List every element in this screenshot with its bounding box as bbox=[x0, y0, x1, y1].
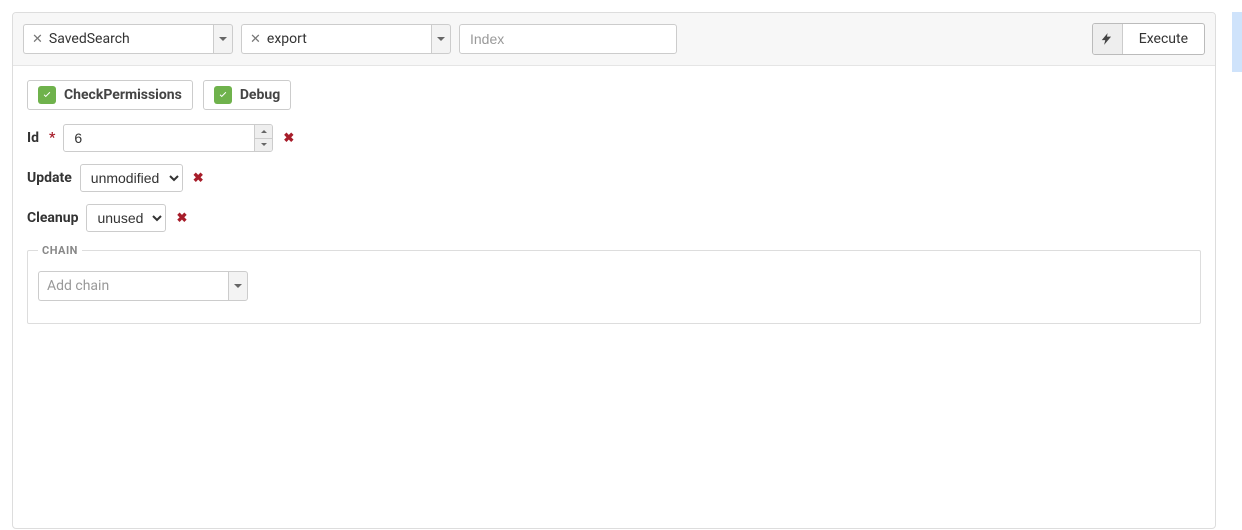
action-combo-value: export bbox=[267, 31, 307, 47]
close-icon[interactable]: ✕ bbox=[250, 33, 261, 46]
chevron-down-icon[interactable] bbox=[213, 24, 233, 54]
api-explorer-panel: ✕ SavedSearch ✕ export Execute bbox=[12, 12, 1216, 529]
checkmark-icon bbox=[214, 86, 232, 104]
entity-combo-value: SavedSearch bbox=[49, 31, 130, 47]
chevron-down-icon[interactable] bbox=[228, 271, 248, 301]
bolt-icon bbox=[1093, 24, 1123, 54]
execute-button[interactable]: Execute bbox=[1092, 23, 1205, 55]
index-input[interactable] bbox=[459, 24, 677, 54]
check-permissions-label: CheckPermissions bbox=[64, 87, 182, 103]
id-label: Id bbox=[27, 130, 39, 146]
chain-fieldset: CHAIN Add chain bbox=[27, 244, 1201, 324]
checkmark-icon bbox=[38, 86, 56, 104]
add-chain-combo[interactable]: Add chain bbox=[38, 271, 248, 301]
remove-update-icon[interactable]: ✖ bbox=[191, 171, 206, 186]
check-permissions-toggle[interactable]: CheckPermissions bbox=[27, 80, 193, 110]
execute-button-label: Execute bbox=[1123, 24, 1204, 54]
id-input-wrap bbox=[63, 124, 273, 152]
debug-label: Debug bbox=[240, 87, 280, 103]
cleanup-row: Cleanup unused ✖ bbox=[27, 204, 1201, 232]
close-icon[interactable]: ✕ bbox=[32, 33, 43, 46]
required-marker: * bbox=[49, 130, 55, 146]
stepper-down-icon[interactable] bbox=[255, 138, 272, 152]
chain-legend: CHAIN bbox=[38, 244, 82, 257]
cleanup-label: Cleanup bbox=[27, 210, 78, 226]
right-accent-stripe bbox=[1232, 12, 1242, 72]
toolbar: ✕ SavedSearch ✕ export Execute bbox=[13, 13, 1215, 66]
action-combo[interactable]: ✕ export bbox=[241, 24, 451, 54]
debug-toggle[interactable]: Debug bbox=[203, 80, 291, 110]
chevron-down-icon[interactable] bbox=[431, 24, 451, 54]
add-chain-placeholder: Add chain bbox=[47, 278, 109, 294]
remove-id-icon[interactable]: ✖ bbox=[281, 131, 296, 146]
stepper-up-icon[interactable] bbox=[255, 125, 272, 138]
id-input[interactable] bbox=[64, 125, 254, 151]
update-label: Update bbox=[27, 170, 72, 186]
cleanup-select[interactable]: unused bbox=[86, 204, 166, 232]
remove-cleanup-icon[interactable]: ✖ bbox=[174, 211, 189, 226]
update-select[interactable]: unmodified bbox=[80, 164, 183, 192]
id-row: Id * ✖ bbox=[27, 124, 1201, 152]
id-spinner bbox=[254, 125, 272, 151]
update-row: Update unmodified ✖ bbox=[27, 164, 1201, 192]
form-body: CheckPermissions Debug Id * bbox=[13, 66, 1215, 528]
entity-combo[interactable]: ✕ SavedSearch bbox=[23, 24, 233, 54]
